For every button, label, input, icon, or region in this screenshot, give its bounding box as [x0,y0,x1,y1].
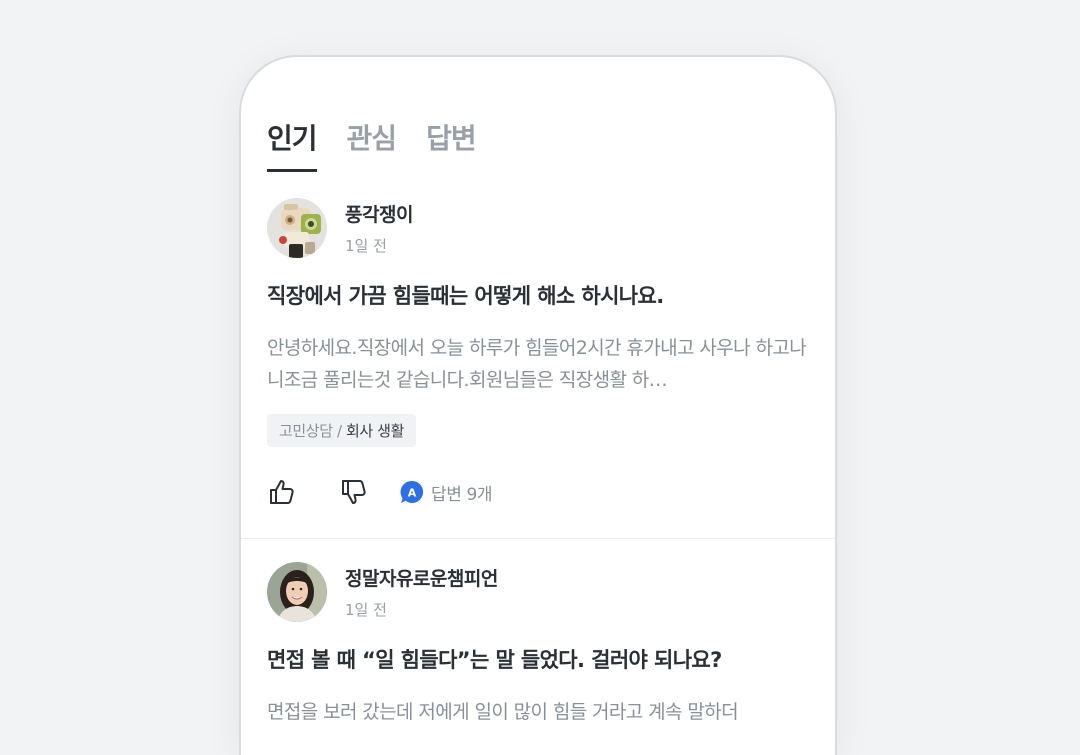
answer-count: 답변 9개 [431,484,493,505]
post-actions: A 답변 9개 [267,477,809,507]
answers-button[interactable]: A 답변 9개 [399,479,493,505]
woman-portrait-avatar-icon [267,562,327,622]
post-card[interactable]: 정말자유로운챔피언 1일 전 면접 볼 때 “일 힘들다”는 말 들었다. 걸러… [267,562,809,755]
tab-interest[interactable]: 관심 [347,117,398,172]
avatar[interactable] [267,198,327,258]
author-name[interactable]: 풍각쟁이 [345,200,413,227]
author-name[interactable]: 정말자유로운챔피언 [345,564,498,591]
feed-tabs: 인기 관심 답변 [267,117,477,172]
author-row: 정말자유로운챔피언 1일 전 [267,562,809,622]
tag-separator: / [332,422,346,440]
category-tag[interactable]: 고민상담 / 회사 생활 [267,414,416,447]
author-row: 풍각쟁이 1일 전 [267,198,809,258]
thumbs-up-icon [270,480,294,504]
post-time: 1일 전 [345,601,387,619]
tab-popular[interactable]: 인기 [267,117,318,172]
post-body[interactable]: 면접을 보러 갔는데 저에게 일이 많이 힘들 거라고 계속 말하더 [267,696,809,755]
tag-subcategory: 회사 생활 [346,422,404,440]
post-card[interactable]: 풍각쟁이 1일 전 직장에서 가끔 힘들때는 어떻게 해소 하시나요. 안녕하세… [267,198,809,507]
avatar[interactable] [267,562,327,622]
post-title[interactable]: 직장에서 가끔 힘들때는 어떻게 해소 하시나요. [267,280,809,310]
tab-answers[interactable]: 답변 [426,117,477,172]
phone-frame: 인기 관심 답변 풍각쟁이 1일 전 직장에서 가끔 힘들때는 어떻게 해소 하… [239,55,837,755]
answer-badge-letter: A [408,487,417,500]
like-button[interactable] [267,477,297,507]
tag-category: 고민상담 [279,422,333,440]
robot-toy-avatar-icon [267,198,327,258]
dislike-button[interactable] [339,477,369,507]
post-divider [241,538,835,539]
post-body[interactable]: 안녕하세요.직장에서 오늘 하루가 힘들어2시간 휴가내고 사우나 하고나니조금… [267,332,809,396]
thumbs-down-icon [342,480,366,504]
answer-bubble-icon: A [400,480,424,503]
post-time: 1일 전 [345,237,387,255]
post-title[interactable]: 면접 볼 때 “일 힘들다”는 말 들었다. 걸러야 되나요? [267,644,809,674]
